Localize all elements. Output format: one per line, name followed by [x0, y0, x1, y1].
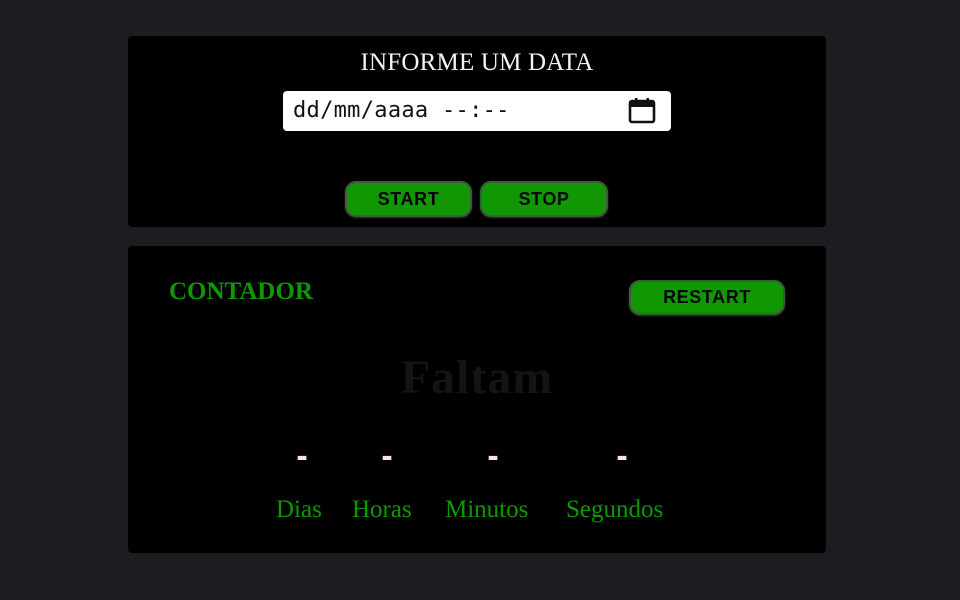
- date-time-input[interactable]: dd/mm/aaaa --:--: [283, 91, 671, 131]
- minutes-label: Minutos: [445, 496, 529, 523]
- seconds-value: -: [616, 437, 628, 475]
- counter-panel: CONTADOR RESTART Faltam - - - - Dias Hor…: [128, 246, 826, 553]
- stop-button[interactable]: STOP: [480, 181, 608, 217]
- start-button[interactable]: START: [345, 181, 472, 217]
- days-value: -: [296, 437, 308, 475]
- form-title: INFORME UM DATA: [360, 49, 594, 76]
- seconds-label: Segundos: [566, 496, 664, 523]
- remaining-heading: Faltam: [400, 351, 554, 404]
- restart-button[interactable]: RESTART: [629, 280, 785, 315]
- counter-title: CONTADOR: [169, 278, 313, 305]
- minutes-value: -: [487, 437, 499, 475]
- date-time-input-placeholder: dd/mm/aaaa --:--: [293, 98, 510, 123]
- days-label: Dias: [276, 496, 322, 523]
- hours-label: Horas: [352, 496, 412, 523]
- date-form-panel: INFORME UM DATA dd/mm/aaaa --:-- START S…: [128, 36, 826, 227]
- hours-value: -: [381, 437, 393, 475]
- calendar-icon[interactable]: [628, 98, 656, 124]
